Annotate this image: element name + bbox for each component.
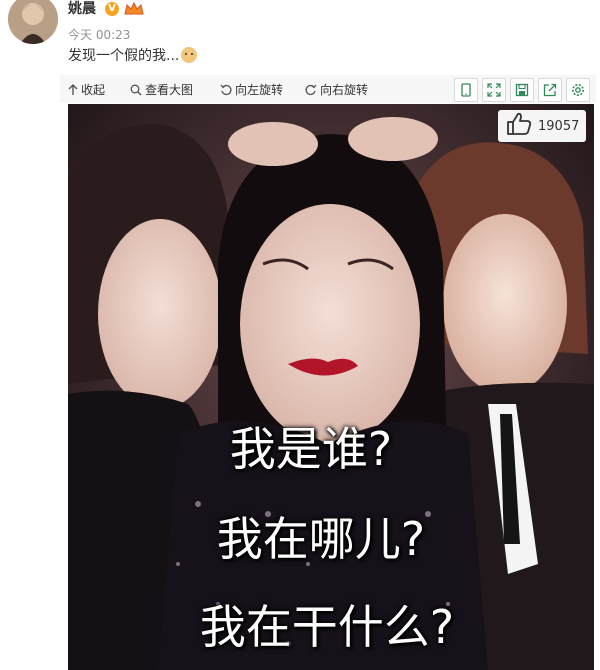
caption-line-1: 我是谁? [229, 422, 393, 476]
like-button[interactable]: 19057 [498, 110, 586, 142]
settings-icon[interactable] [566, 78, 590, 102]
caption-line-3: 我在干什么? [199, 600, 455, 654]
post-text-content: 发现一个假的我... [68, 48, 180, 64]
collapse-label: 收起 [81, 83, 106, 97]
avatar[interactable] [8, 0, 58, 44]
thumbs-up-icon [506, 112, 532, 140]
like-count: 19057 [538, 118, 580, 134]
rotate-left-icon [220, 84, 232, 96]
collapse-button[interactable]: 收起 [68, 81, 105, 98]
post-image[interactable]: 19057 我是谁? 我在哪儿? 我在干什么? [68, 104, 594, 670]
fullscreen-icon[interactable] [482, 78, 506, 102]
share-icon[interactable] [538, 78, 562, 102]
mobile-icon[interactable] [454, 78, 478, 102]
vip-crown-icon [124, 1, 144, 16]
rotate-right-icon [305, 84, 317, 96]
post-header: 姚晨 V 今天 00:23 发现一个假的我... [0, 0, 600, 72]
toolbar-icon-group [454, 78, 590, 102]
view-large-label: 查看大图 [145, 83, 194, 97]
rotate-left-label: 向左旋转 [235, 83, 284, 97]
caption-line-2: 我在哪儿? [216, 512, 426, 566]
rotate-left-button[interactable]: 向左旋转 [220, 81, 283, 98]
save-icon[interactable] [510, 78, 534, 102]
view-large-button[interactable]: 查看大图 [130, 81, 193, 98]
image-toolbar: 收起 查看大图 向左旋转 向右旋转 [60, 75, 596, 103]
arrow-up-icon [68, 83, 78, 96]
verified-badge-icon: V [105, 2, 119, 16]
meme-photo [68, 104, 594, 670]
username[interactable]: 姚晨 [68, 0, 96, 18]
cat-emoji-icon [181, 47, 198, 63]
post-text: 发现一个假的我... [68, 45, 198, 65]
rotate-right-label: 向右旋转 [320, 83, 369, 97]
search-icon [130, 84, 142, 96]
post-timestamp[interactable]: 今天 00:23 [68, 26, 130, 43]
rotate-right-button[interactable]: 向右旋转 [305, 81, 368, 98]
weibo-post-card: 姚晨 V 今天 00:23 发现一个假的我... 收起 查看大图 向左旋转 向右… [0, 0, 600, 670]
